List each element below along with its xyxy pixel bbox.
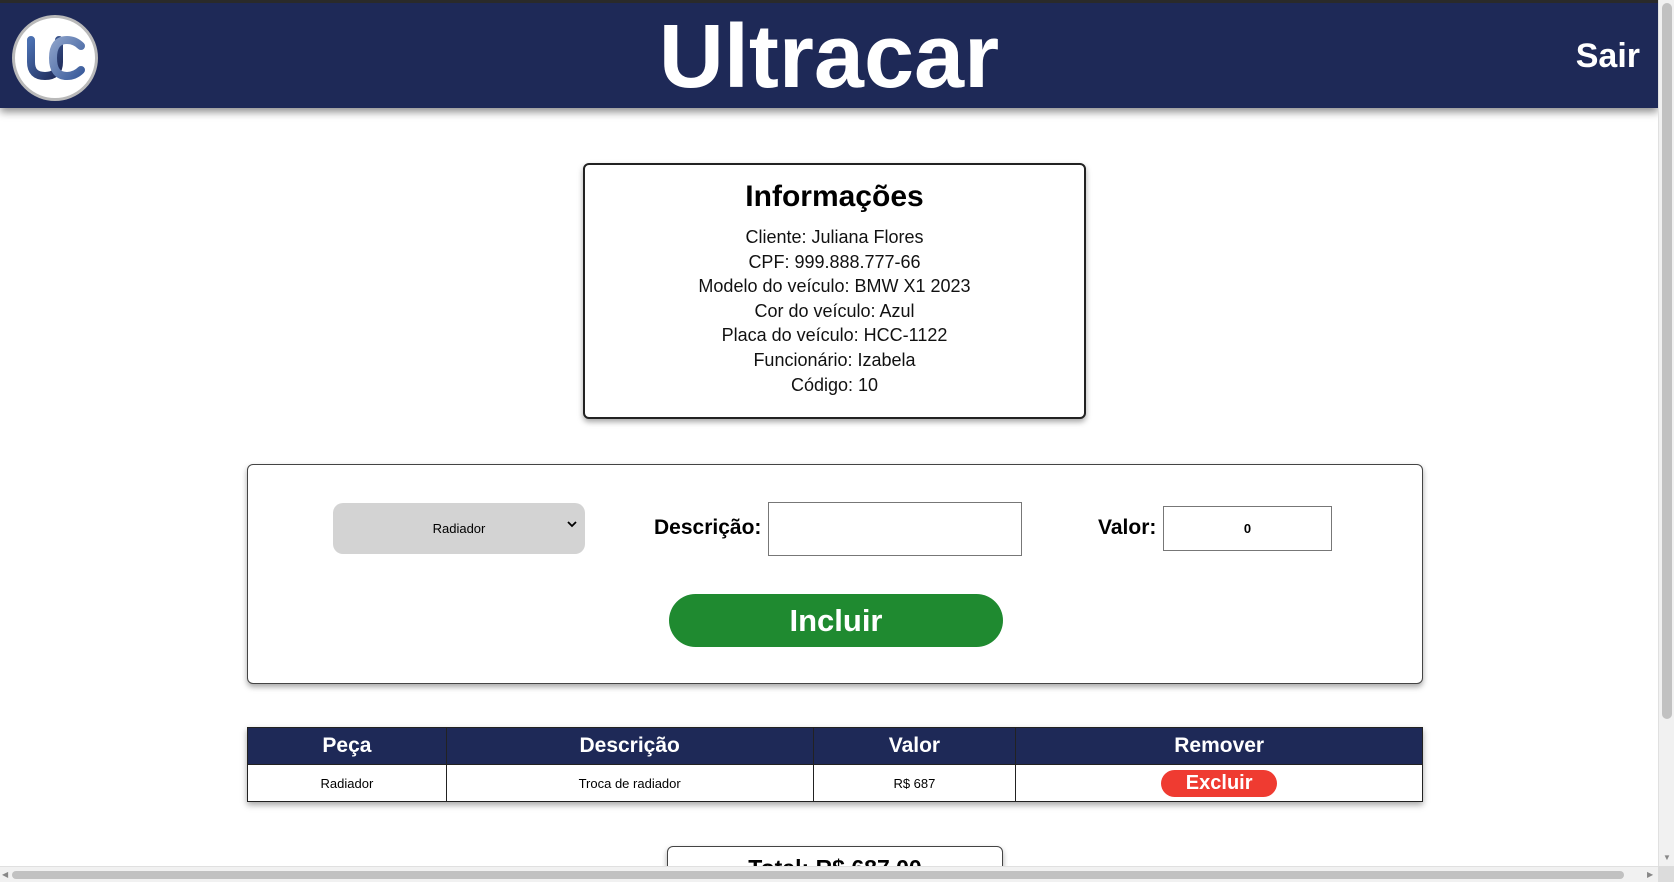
parts-table: Peça Descrição Valor Remover Radiador Tr… xyxy=(247,727,1423,802)
info-vehicle-color: Cor do veículo: Azul xyxy=(754,300,915,321)
info-vehicle-plate: Placa do veículo: HCC-1122 xyxy=(721,325,948,346)
remove-button[interactable]: Excluir xyxy=(1161,769,1278,797)
info-card: Informações Cliente: Juliana Flores CPF:… xyxy=(583,163,1086,419)
total-card: Total: R$ 687,00 xyxy=(667,846,1003,866)
vertical-scrollbar-thumb[interactable] xyxy=(1662,3,1672,719)
add-button[interactable]: Incluir xyxy=(669,594,1003,647)
cell-remove: Excluir xyxy=(1015,764,1423,802)
info-client: Cliente: Juliana Flores xyxy=(745,227,924,247)
scroll-left-icon[interactable]: ◀ xyxy=(2,871,8,879)
header-part: Peça xyxy=(247,727,447,765)
description-label: Descrição: xyxy=(654,516,762,539)
chevron-down-icon xyxy=(567,521,577,528)
cell-value: R$ 687 xyxy=(812,764,1017,802)
scroll-down-icon[interactable]: ▼ xyxy=(1663,854,1671,862)
info-employee: Funcionário: Izabela xyxy=(753,349,916,370)
add-part-form: Radiador Descrição: Valor: 0 Incluir xyxy=(247,464,1423,684)
header-remove: Remover xyxy=(1015,727,1423,765)
info-vehicle-model: Modelo do veículo: BMW X1 2023 xyxy=(698,276,971,297)
horizontal-scrollbar[interactable]: ◀ ▶ xyxy=(0,866,1658,882)
scrollbar-corner xyxy=(1658,866,1674,882)
header-description: Descrição xyxy=(445,727,814,765)
table-row: Radiador Troca de radiador R$ 687 Exclui… xyxy=(247,764,1423,802)
info-lines: Cliente: Juliana Flores CPF: 999.888.777… xyxy=(585,225,1084,397)
description-input[interactable] xyxy=(768,502,1022,556)
horizontal-scrollbar-thumb[interactable] xyxy=(12,871,1624,879)
value-input[interactable]: 0 xyxy=(1163,506,1332,551)
info-cpf: CPF: 999.888.777-66 xyxy=(748,251,921,272)
table-header-row: Peça Descrição Valor Remover xyxy=(247,727,1423,765)
header-value: Valor xyxy=(812,727,1017,765)
info-title: Informações xyxy=(745,180,924,213)
cell-description: Troca de radiador xyxy=(445,764,814,802)
scroll-right-icon[interactable]: ▶ xyxy=(1647,871,1653,879)
logout-button[interactable]: Sair xyxy=(1576,37,1640,76)
viewport: Ultracar Sair Informações Cliente: Julia… xyxy=(0,0,1658,866)
value-label: Valor: xyxy=(1098,516,1157,539)
vertical-scrollbar[interactable]: ▲ ▼ xyxy=(1658,0,1674,866)
app-title: Ultracar xyxy=(658,7,1000,107)
info-code: Código: 10 xyxy=(790,374,879,395)
page: Ultracar Sair Informações Cliente: Julia… xyxy=(0,0,1674,882)
app-header: Ultracar Sair xyxy=(0,0,1658,108)
part-select[interactable]: Radiador xyxy=(333,503,585,554)
part-select-value: Radiador xyxy=(432,521,486,536)
cell-part: Radiador xyxy=(247,764,447,802)
